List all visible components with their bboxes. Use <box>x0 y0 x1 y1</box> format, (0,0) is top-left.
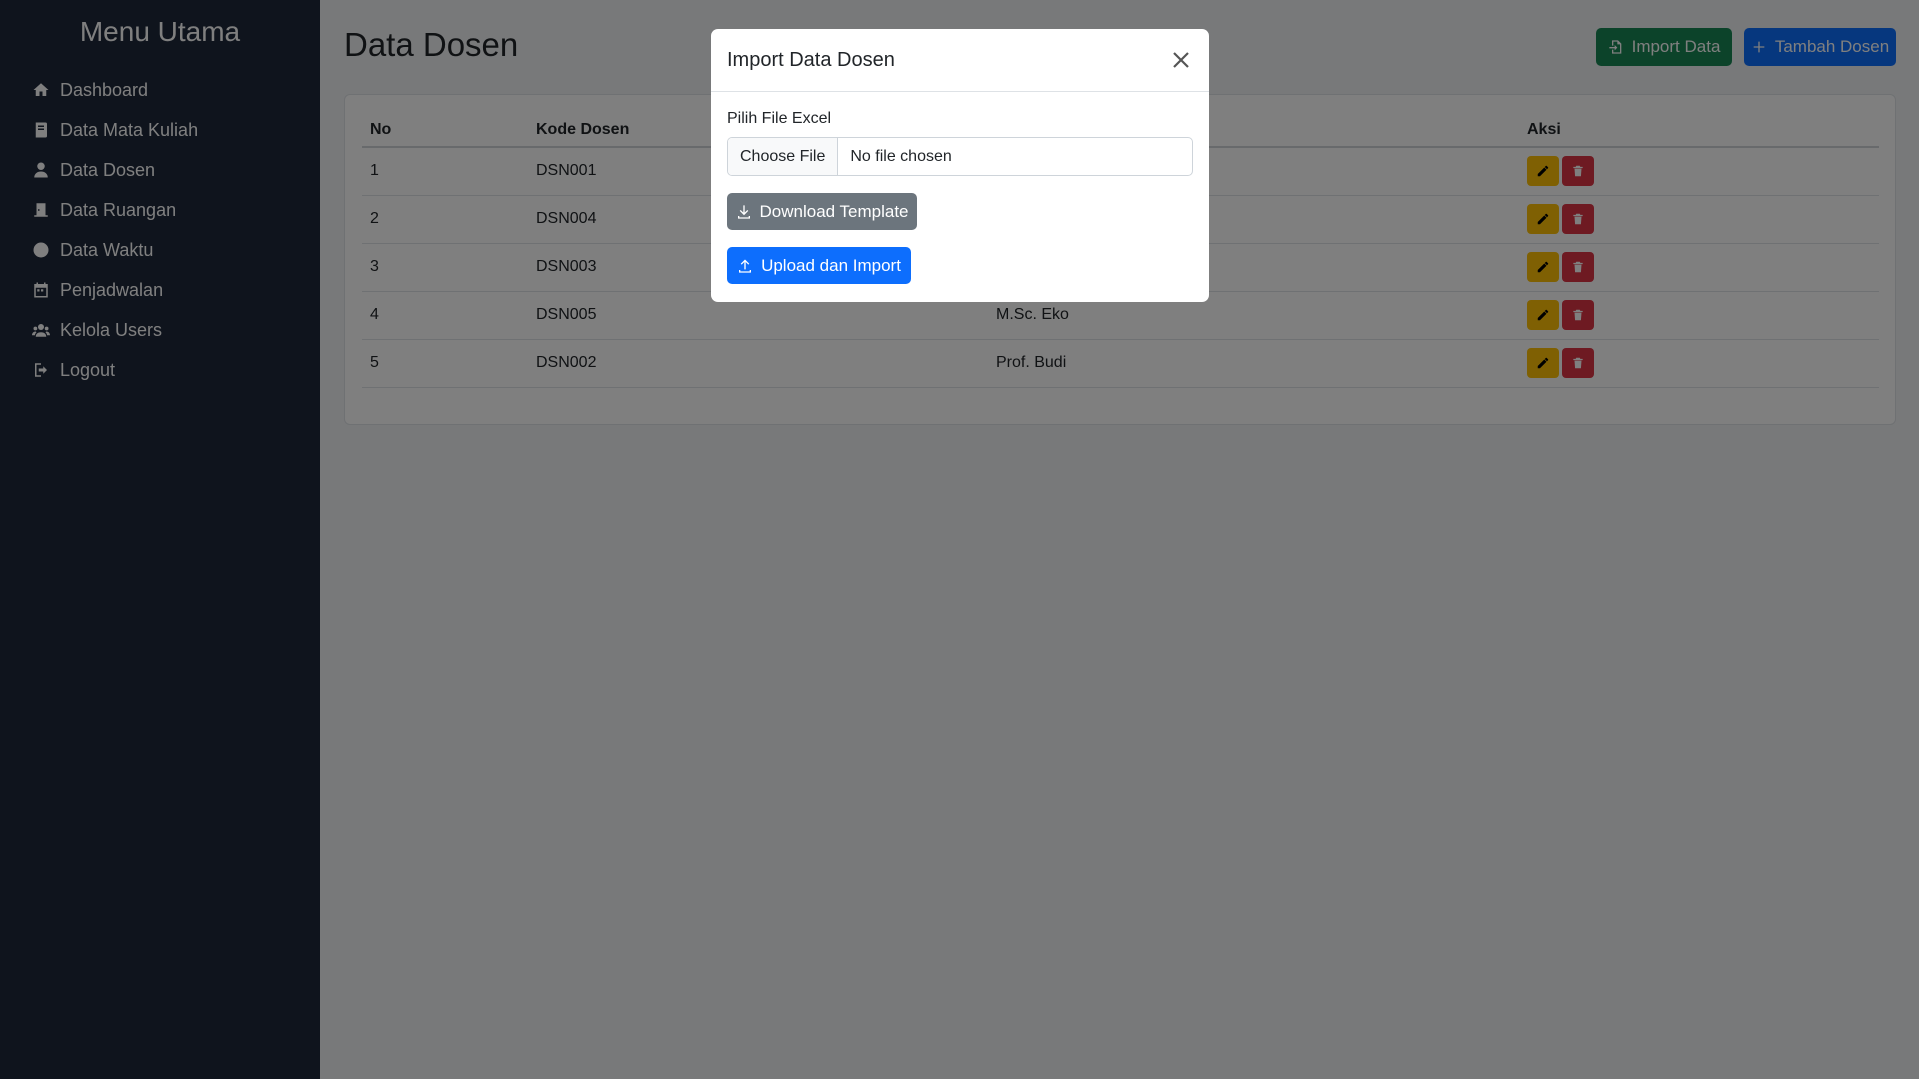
close-icon <box>1173 52 1189 68</box>
close-button[interactable] <box>1169 48 1193 72</box>
file-input[interactable]: Choose File No file chosen <box>727 137 1193 176</box>
choose-file-button[interactable]: Choose File <box>728 138 839 175</box>
import-modal: Import Data Dosen Pilih File Excel Choos… <box>711 29 1209 302</box>
modal-header: Import Data Dosen <box>711 29 1209 92</box>
upload-import-button[interactable]: Upload dan Import <box>727 247 911 284</box>
file-status-text: No file chosen <box>850 147 952 165</box>
modal-title: Import Data Dosen <box>727 48 895 71</box>
modal-body: Pilih File Excel Choose File No file cho… <box>711 92 1209 302</box>
download-template-button[interactable]: Download Template <box>727 193 917 230</box>
upload-import-label: Upload dan Import <box>761 255 901 275</box>
download-template-label: Download Template <box>759 201 909 221</box>
download-icon <box>737 204 750 219</box>
upload-icon <box>739 258 752 273</box>
file-label: Pilih File Excel <box>727 110 832 127</box>
